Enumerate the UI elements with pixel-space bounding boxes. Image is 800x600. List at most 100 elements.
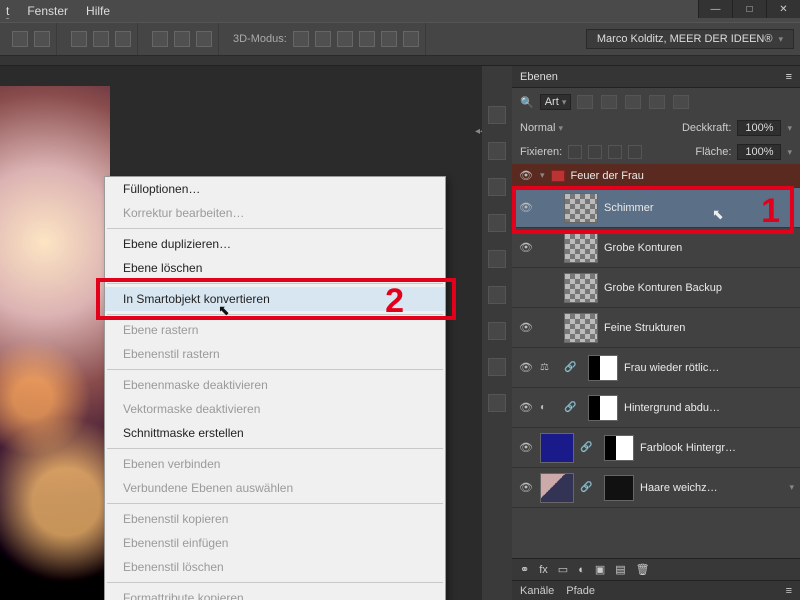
adjustment-new-icon[interactable]: ◐	[578, 564, 585, 576]
layer-label[interactable]: Farblook Hintergr…	[640, 442, 794, 454]
layer-thumbnail[interactable]	[564, 193, 598, 223]
layer-label[interactable]: Hintergrund abdu…	[624, 402, 794, 414]
visibility-toggle[interactable]: 👁	[518, 201, 534, 214]
ctx-create-clipmask[interactable]: Schnittmaske erstellen	[105, 421, 445, 445]
paths-tab[interactable]: Pfade	[566, 585, 595, 597]
layer-label[interactable]: Grobe Konturen Backup	[604, 282, 794, 294]
layer-row[interactable]: 👁 ⚖ 🔗 Frau wieder rötlic…	[512, 348, 800, 388]
canvas-area[interactable]: ◂◂ Fülloptionen… Korrektur bearbeiten… E…	[0, 66, 482, 600]
mask-icon[interactable]: ▭	[558, 563, 568, 576]
layer-row[interactable]: 👁 🔗 Haare weichz… ▾	[512, 468, 800, 508]
layer-label[interactable]: Frau wieder rötlic…	[624, 362, 794, 374]
group-expand-icon[interactable]: ▾	[540, 170, 545, 181]
mode3d-icon-4[interactable]	[359, 31, 375, 47]
align-icon-1[interactable]	[12, 31, 28, 47]
visibility-toggle[interactable]: 👁	[518, 481, 534, 494]
panel-collapse-icon[interactable]: ◂◂	[475, 126, 482, 137]
color-panel-icon[interactable]	[488, 286, 506, 304]
layer-row[interactable]: 👁 ◐ 🔗 Hintergrund abdu…	[512, 388, 800, 428]
layer-thumbnail[interactable]	[540, 473, 574, 503]
paragraph-panel-icon[interactable]	[488, 178, 506, 196]
character-panel-icon[interactable]	[488, 142, 506, 160]
filter-shape-icon[interactable]	[649, 95, 665, 109]
layer-mask[interactable]	[604, 435, 634, 461]
visibility-toggle[interactable]: 👁	[518, 169, 534, 182]
layer-mask[interactable]	[588, 395, 618, 421]
window-minimize[interactable]: —	[698, 0, 732, 18]
opacity-dropdown-icon[interactable]: ▾	[787, 123, 792, 134]
layers-panel-tab[interactable]: Ebenen ≡	[512, 66, 800, 88]
channels-tab[interactable]: Kanäle	[520, 585, 554, 597]
layer-mask[interactable]	[604, 475, 634, 501]
layer-row[interactable]: 👁 Schimmer	[512, 188, 800, 228]
panel-menu-icon[interactable]: ≡	[786, 71, 792, 83]
ctx-delete-layer[interactable]: Ebene löschen	[105, 256, 445, 280]
layer-mask[interactable]	[588, 355, 618, 381]
adjustments-panel-icon[interactable]	[488, 322, 506, 340]
mode3d-icon-6[interactable]	[403, 31, 419, 47]
distribute-icon-1[interactable]	[71, 31, 87, 47]
lock-all-icon[interactable]	[628, 145, 642, 159]
layer-row[interactable]: Grobe Konturen Backup	[512, 268, 800, 308]
ctx-convert-smartobject[interactable]: In Smartobjekt konvertieren	[105, 287, 445, 311]
layer-row[interactable]: 👁 Feine Strukturen	[512, 308, 800, 348]
trash-icon[interactable]: 🗑	[636, 563, 650, 576]
swatches-panel-icon[interactable]	[488, 250, 506, 268]
layer-thumbnail[interactable]	[564, 273, 598, 303]
filter-kind-select[interactable]: Art ▾	[540, 94, 572, 110]
mode3d-icon-2[interactable]	[315, 31, 331, 47]
layer-row[interactable]: 👁 🔗 Farblook Hintergr…	[512, 428, 800, 468]
layer-label[interactable]: Grobe Konturen	[604, 242, 794, 254]
align-icon-2[interactable]	[34, 31, 50, 47]
filter-smart-icon[interactable]	[673, 95, 689, 109]
mode3d-icon-3[interactable]	[337, 31, 353, 47]
ctx-fill-options[interactable]: Fülloptionen…	[105, 177, 445, 201]
visibility-toggle[interactable]: 👁	[518, 441, 534, 454]
visibility-toggle[interactable]: 👁	[518, 241, 534, 254]
mode3d-icon-5[interactable]	[381, 31, 397, 47]
filter-type-icon[interactable]	[625, 95, 641, 109]
layer-thumbnail[interactable]	[540, 433, 574, 463]
window-maximize[interactable]: □	[732, 0, 766, 18]
link-layers-icon[interactable]: ⚭	[520, 563, 529, 576]
distribute-icon-2[interactable]	[93, 31, 109, 47]
brush-panel-icon[interactable]	[488, 214, 506, 232]
subpanel-menu-icon[interactable]: ≡	[786, 585, 792, 597]
fx-expand-icon[interactable]: ▾	[789, 482, 794, 493]
layer-label[interactable]: Feuer der Frau	[571, 170, 794, 182]
visibility-toggle[interactable]: 👁	[518, 321, 534, 334]
opacity-value[interactable]: 100%	[737, 120, 781, 136]
layer-group[interactable]: 👁 ▾ Feuer der Frau	[512, 164, 800, 188]
layer-new-icon[interactable]: ▤	[615, 563, 625, 576]
history-panel-icon[interactable]	[488, 394, 506, 412]
layer-label[interactable]: Schimmer	[604, 202, 794, 214]
styles-panel-icon[interactable]	[488, 358, 506, 376]
info-panel-icon[interactable]	[488, 106, 506, 124]
layer-label[interactable]: Haare weichz…	[640, 482, 783, 494]
filter-pixel-icon[interactable]	[577, 95, 593, 109]
mode3d-icon-1[interactable]	[293, 31, 309, 47]
lock-position-icon[interactable]	[608, 145, 622, 159]
lock-pixels-icon[interactable]	[588, 145, 602, 159]
layer-label[interactable]: Feine Strukturen	[604, 322, 794, 334]
fx-icon[interactable]: fx	[539, 564, 548, 576]
menu-fenster[interactable]: Fenster	[27, 4, 68, 18]
layer-thumbnail[interactable]	[564, 313, 598, 343]
blend-mode-select[interactable]: Normal ▾	[520, 122, 630, 134]
distribute-icon-4[interactable]	[152, 31, 168, 47]
workspace-profile-button[interactable]: Marco Kolditz, MEER DER IDEEN®▾	[586, 29, 794, 49]
layer-row[interactable]: 👁 Grobe Konturen	[512, 228, 800, 268]
ctx-duplicate-layer[interactable]: Ebene duplizieren…	[105, 232, 445, 256]
window-close[interactable]: ✕	[766, 0, 800, 18]
distribute-icon-5[interactable]	[174, 31, 190, 47]
fill-value[interactable]: 100%	[737, 144, 781, 160]
distribute-icon-6[interactable]	[196, 31, 212, 47]
lock-transparency-icon[interactable]	[568, 145, 582, 159]
filter-adjust-icon[interactable]	[601, 95, 617, 109]
layer-thumbnail[interactable]	[564, 233, 598, 263]
menu-hilfe[interactable]: Hilfe	[86, 4, 110, 18]
distribute-icon-3[interactable]	[115, 31, 131, 47]
fill-dropdown-icon[interactable]: ▾	[787, 147, 792, 158]
filter-kind-icon[interactable]: 🔍	[520, 96, 534, 109]
visibility-toggle[interactable]: 👁	[518, 401, 534, 414]
